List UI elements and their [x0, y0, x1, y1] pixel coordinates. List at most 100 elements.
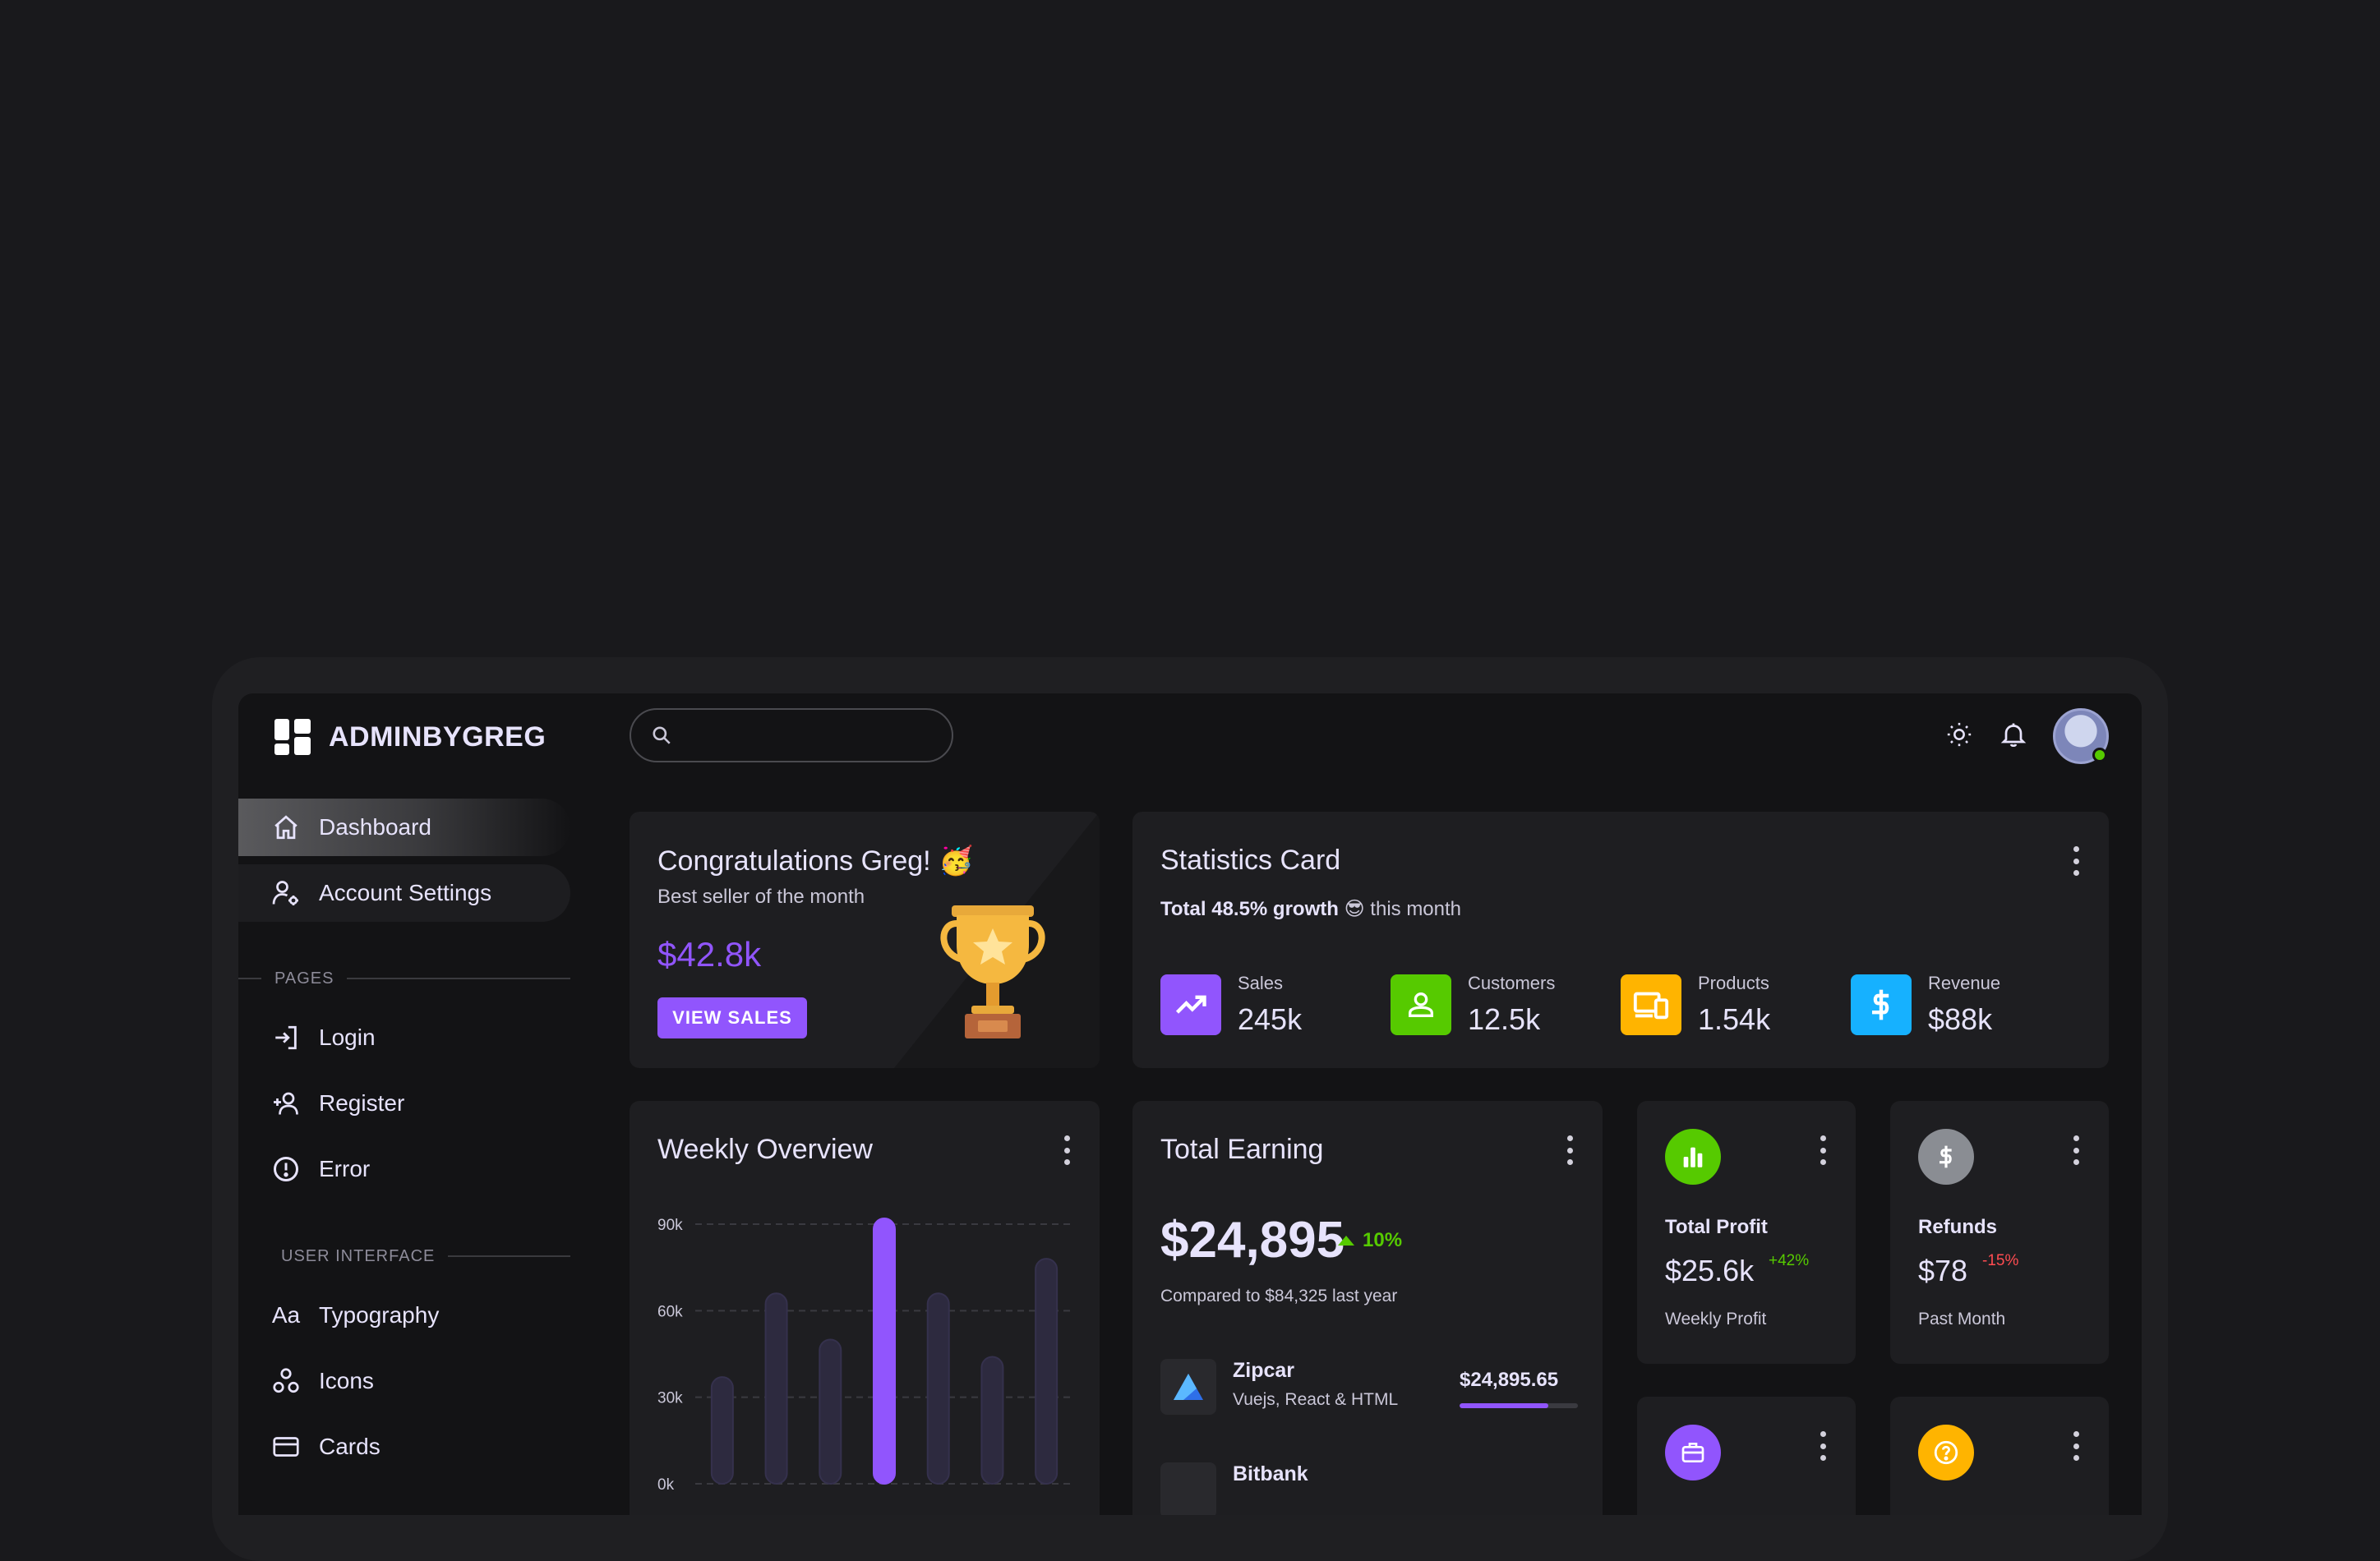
congratulations-title: Congratulations Greg! 🥳	[657, 845, 974, 877]
user-plus-icon	[270, 1087, 302, 1120]
sidebar-item-icons[interactable]: Icons	[238, 1352, 570, 1410]
sidebar-item-cards[interactable]: Cards	[238, 1418, 570, 1476]
chart-bar[interactable]	[1035, 1258, 1059, 1485]
trophy-icon	[935, 902, 1050, 1046]
dollar-icon	[1918, 1129, 1974, 1185]
notification-bell-icon[interactable]	[1994, 715, 2033, 754]
section-title-user-interface: USER INTERFACE	[238, 1244, 570, 1269]
projects-card	[1637, 1397, 1856, 1515]
congratulations-card: Congratulations Greg! 🥳 Best seller of t…	[630, 812, 1100, 1068]
questions-card	[1890, 1397, 2109, 1515]
bar-chart-icon	[1665, 1129, 1721, 1185]
chart-bar[interactable]	[764, 1292, 788, 1485]
chart-y-tick-label: 60k	[657, 1303, 683, 1320]
sidebar-item-label: Typography	[319, 1302, 440, 1328]
sidebar-item-label: Login	[319, 1025, 376, 1050]
sidebar-item-label: Account Settings	[319, 880, 492, 905]
sidebar-item-dashboard[interactable]: Dashboard	[238, 799, 570, 856]
user-icon	[1391, 974, 1451, 1035]
trending-up-icon	[1160, 974, 1221, 1035]
profit-change: +42%	[1769, 1252, 1810, 1269]
chart-y-tick-label: 30k	[657, 1390, 683, 1407]
sidebar-item-account-settings[interactable]: Account Settings	[238, 864, 570, 922]
refunds-card: Refunds $78 -15% Past Month	[1890, 1101, 2109, 1364]
sidebar-item-register[interactable]: Register	[238, 1075, 570, 1132]
briefcase-icon	[1665, 1425, 1721, 1480]
search-bar[interactable]	[630, 708, 953, 762]
statistics-title: Statistics Card	[1160, 845, 1341, 876]
stat-sales: Sales 245k	[1160, 973, 1302, 1037]
brand-name: ADMINBYGREG	[329, 721, 547, 753]
earning-change: 10%	[1338, 1229, 1402, 1252]
chart-bar[interactable]	[819, 1338, 842, 1485]
chart-bar[interactable]	[710, 1376, 734, 1485]
online-status-dot	[2092, 748, 2107, 762]
sidebar-item-label: Cards	[319, 1434, 381, 1459]
weekly-title: Weekly Overview	[657, 1134, 873, 1165]
search-input[interactable]	[684, 722, 930, 748]
more-vertical-icon[interactable]	[1565, 1135, 1575, 1165]
more-vertical-icon[interactable]	[1818, 1135, 1828, 1165]
dollar-icon	[1851, 974, 1912, 1035]
earning-item-name: Bitbank	[1233, 1462, 1308, 1485]
more-vertical-icon[interactable]	[2071, 1431, 2081, 1461]
earning-compare: Compared to $84,325 last year	[1160, 1287, 1398, 1305]
congratulations-subtitle: Best seller of the month	[657, 886, 865, 908]
earning-item-progress	[1460, 1403, 1578, 1408]
sidebar-item-label: Register	[319, 1090, 405, 1116]
typography-icon: Aa	[271, 1302, 301, 1328]
profit-value: $25.6k	[1665, 1254, 1755, 1287]
stat-products: Products 1.54k	[1621, 973, 1770, 1037]
sidebar: ADMINBYGREG Dashboard Account Settings P…	[238, 693, 572, 1515]
more-vertical-icon[interactable]	[1062, 1135, 1072, 1165]
weekly-bar-chart: 0k 30k 60k 90k	[657, 1217, 1073, 1494]
profit-sub: Weekly Profit	[1665, 1310, 1767, 1328]
home-icon	[270, 811, 302, 844]
section-title-pages: PAGES	[238, 966, 570, 991]
stat-customers: Customers 12.5k	[1391, 973, 1555, 1037]
statistics-card: Statistics Card Total 48.5% growth 😎 thi…	[1132, 812, 2109, 1068]
alert-circle-icon	[270, 1153, 302, 1186]
sidebar-item-label: Icons	[319, 1368, 374, 1393]
search-icon	[653, 726, 671, 744]
view-sales-button[interactable]: VIEW SALES	[657, 997, 807, 1038]
chart-bar[interactable]	[873, 1217, 896, 1485]
refunds-sub: Past Month	[1918, 1310, 2006, 1328]
sidebar-item-typography[interactable]: Aa Typography	[238, 1287, 570, 1344]
stat-revenue: Revenue $88k	[1851, 973, 2000, 1037]
more-vertical-icon[interactable]	[1818, 1431, 1828, 1461]
chart-y-tick-label: 0k	[657, 1476, 675, 1494]
weekly-overview-card: Weekly Overview 0k 30k 60k 90k	[630, 1101, 1100, 1515]
earning-item-tech: Vuejs, React & HTML	[1233, 1390, 1399, 1409]
chart-y-tick-label: 90k	[657, 1217, 683, 1234]
refunds-change: -15%	[1982, 1252, 2019, 1269]
zipcar-logo-icon	[1160, 1359, 1216, 1415]
theme-toggle-sun-icon[interactable]	[1940, 715, 1979, 754]
shapes-icon	[270, 1365, 302, 1398]
user-cog-icon	[270, 877, 302, 909]
chart-bar[interactable]	[980, 1356, 1004, 1485]
more-vertical-icon[interactable]	[2071, 846, 2081, 876]
more-vertical-icon[interactable]	[2071, 1135, 2081, 1165]
statistics-growth: Total 48.5% growth 😎 this month	[1160, 898, 1462, 920]
chart-bar[interactable]	[926, 1292, 950, 1485]
bitbank-logo-icon	[1160, 1462, 1216, 1515]
earning-item-amount: $24,895.65	[1460, 1369, 1559, 1391]
credit-card-icon	[270, 1430, 302, 1463]
brand-logo-icon	[274, 719, 311, 755]
sidebar-item-error[interactable]: Error	[238, 1140, 570, 1198]
sidebar-item-label: Dashboard	[319, 814, 431, 840]
sidebar-item-label: Error	[319, 1156, 371, 1181]
brand[interactable]: ADMINBYGREG	[274, 716, 546, 757]
profit-title: Total Profit	[1665, 1216, 1768, 1238]
earning-title: Total Earning	[1160, 1134, 1324, 1165]
login-icon	[270, 1021, 302, 1054]
devices-icon	[1621, 974, 1681, 1035]
earning-amount: $24,895	[1160, 1212, 1345, 1269]
help-circle-icon	[1918, 1425, 1974, 1480]
sidebar-item-login[interactable]: Login	[238, 1009, 570, 1066]
refunds-title: Refunds	[1918, 1216, 1997, 1238]
congratulations-amount: $42.8k	[657, 935, 762, 974]
total-earning-card: Total Earning $24,895 10% Compared to $8…	[1132, 1101, 1603, 1515]
total-profit-card: Total Profit $25.6k +42% Weekly Profit	[1637, 1101, 1856, 1364]
